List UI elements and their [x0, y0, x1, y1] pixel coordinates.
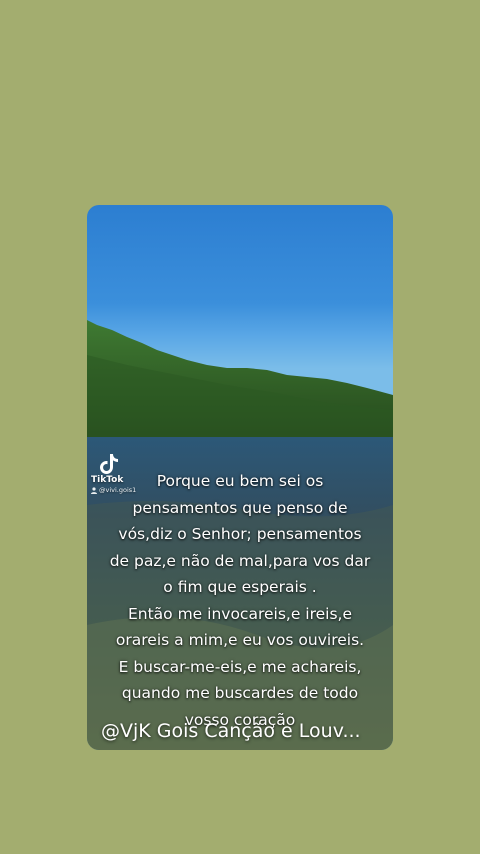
verse-line: Então me invocareis,e ireis,e: [127, 604, 353, 623]
verse-line: E buscar-me-eis,e me achareis,: [118, 657, 362, 676]
verse-line: vós,diz o Senhor; pensamentos: [118, 525, 362, 543]
verse-line: quando me buscardes de todo: [121, 684, 359, 702]
verse-overlay: Porque eu bem sei os pensamentos que pen…: [95, 468, 385, 733]
video-card[interactable]: TikTok @vivi.gois1 Porque eu bem sei os …: [87, 205, 393, 750]
verse-line: o fim que esperais .: [163, 578, 317, 596]
verse-line: de paz,e não de mal,para vos dar: [109, 551, 371, 570]
channel-caption[interactable]: @VjK Gois Canção e Louv...: [101, 720, 361, 742]
verse-line: pensamentos que penso de: [132, 498, 348, 517]
verse-line: Porque eu bem sei os: [156, 472, 324, 490]
verse-line: orareis a mim,e eu vos ouvireis.: [115, 631, 365, 649]
